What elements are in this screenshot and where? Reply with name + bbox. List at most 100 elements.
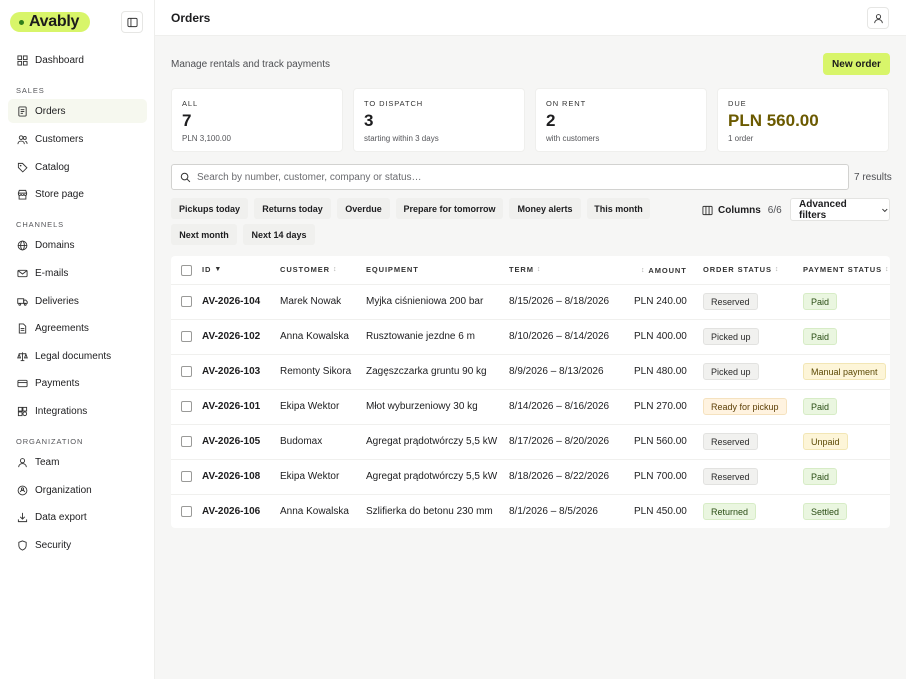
plug-icon xyxy=(17,406,28,416)
row-divider xyxy=(171,389,890,390)
sidebar-item-payments[interactable]: Payments xyxy=(8,371,147,395)
row-checkbox[interactable] xyxy=(181,331,192,342)
order-id-link[interactable]: AV-2026-102 xyxy=(202,331,260,342)
sidebar-item-deliveries[interactable]: Deliveries xyxy=(8,289,147,313)
sidebar-item-domains[interactable]: Domains xyxy=(8,233,147,257)
logo[interactable]: Avably xyxy=(10,12,90,32)
stat-sub: starting within 3 days xyxy=(364,134,439,143)
select-all-checkbox[interactable] xyxy=(181,265,192,276)
columns-count: 6/6 xyxy=(767,204,782,216)
sidebar-toggle-button[interactable] xyxy=(121,11,143,33)
sort-desc-icon: ▼ xyxy=(214,266,223,273)
advanced-filters-label: Advanced filters xyxy=(799,198,847,221)
order-amount: PLN 270.00 xyxy=(634,401,687,412)
order-id-link[interactable]: AV-2026-101 xyxy=(202,401,260,412)
order-id-link[interactable]: AV-2026-105 xyxy=(202,436,260,447)
stat-label: TO DISPATCH xyxy=(364,99,424,108)
order-status-badge: Ready for pickup xyxy=(703,398,787,415)
equipment-name: Agregat prądotwórczy 5,5 kW xyxy=(366,471,498,482)
sort-icon: ↕ xyxy=(332,266,338,273)
row-checkbox[interactable] xyxy=(181,506,192,517)
user-icon xyxy=(873,13,883,23)
filter-chip-next-14-days[interactable]: Next 14 days xyxy=(243,224,315,245)
sidebar-item-catalog[interactable]: Catalog xyxy=(8,155,147,179)
row-checkbox[interactable] xyxy=(181,436,192,447)
filter-chip-next-month[interactable]: Next month xyxy=(171,224,237,245)
logo-dot xyxy=(19,19,24,25)
sidebar-item-label: Legal documents xyxy=(35,350,112,362)
user-icon xyxy=(18,457,27,467)
column-header-label: ID xyxy=(202,265,212,274)
search-icon xyxy=(180,172,191,182)
user-menu-button[interactable] xyxy=(867,7,889,29)
stat-card-to-dispatch[interactable]: TO DISPATCH 3 starting within 3 days xyxy=(353,88,525,152)
sidebar-item-label: Domains xyxy=(35,239,75,251)
filter-chip-pickups-today[interactable]: Pickups today xyxy=(171,198,248,219)
mail-icon xyxy=(17,269,28,277)
results-count: 7 results xyxy=(854,172,892,183)
filter-chip-this-month[interactable]: This month xyxy=(587,198,650,219)
sidebar-item-label: Integrations xyxy=(35,405,88,417)
column-header-amount[interactable]: ↕ AMOUNT xyxy=(641,266,687,275)
sidebar-item-team[interactable]: Team xyxy=(8,450,147,474)
truck-icon xyxy=(17,297,28,306)
column-header-order-status[interactable]: ORDER STATUS ↕ xyxy=(703,265,779,274)
card-icon xyxy=(17,379,28,387)
customer-name: Ekipa Wektor xyxy=(280,401,340,412)
sidebar-item-label: Customers xyxy=(35,133,84,145)
column-header-id[interactable]: ID ▼ xyxy=(202,265,222,274)
order-id-link[interactable]: AV-2026-103 xyxy=(202,366,260,377)
order-id-link[interactable]: AV-2026-106 xyxy=(202,506,260,517)
sort-icon: ↕ xyxy=(885,266,890,273)
sidebar-item-integrations[interactable]: Integrations xyxy=(8,399,147,423)
filter-chip-prepare-for-tomorrow[interactable]: Prepare for tomorrow xyxy=(396,198,503,219)
column-header-payment-status[interactable]: PAYMENT STATUS ↕ xyxy=(803,265,889,274)
row-checkbox[interactable] xyxy=(181,401,192,412)
row-checkbox[interactable] xyxy=(181,471,192,482)
order-amount: PLN 400.00 xyxy=(634,331,687,342)
columns-button[interactable]: Columns 6/6 xyxy=(702,201,782,219)
shield-icon xyxy=(18,539,27,551)
sidebar-item-dashboard[interactable]: Dashboard xyxy=(8,48,147,72)
new-order-button[interactable]: New order xyxy=(823,53,890,75)
users-icon xyxy=(17,134,28,144)
column-header-equipment: EQUIPMENT xyxy=(366,265,419,274)
order-amount: PLN 450.00 xyxy=(634,506,687,517)
sidebar-item-label: Dashboard xyxy=(35,54,84,66)
sidebar-item-customers[interactable]: Customers xyxy=(8,127,147,151)
search-box[interactable] xyxy=(171,164,849,190)
row-checkbox[interactable] xyxy=(181,296,192,307)
column-header-label: TERM xyxy=(509,265,534,274)
sidebar-item-agreements[interactable]: Agreements xyxy=(8,316,147,340)
column-header-customer[interactable]: CUSTOMER ↕ xyxy=(280,265,337,274)
sidebar-item-orders[interactable]: Orders xyxy=(8,99,147,123)
row-checkbox[interactable] xyxy=(181,366,192,377)
sidebar-item-label: Store page xyxy=(35,188,84,200)
order-id-link[interactable]: AV-2026-104 xyxy=(202,296,260,307)
sidebar-item-organization[interactable]: Organization xyxy=(8,478,147,502)
filter-chip-returns-today[interactable]: Returns today xyxy=(254,198,331,219)
row-divider xyxy=(171,319,890,320)
equipment-name: Zagęszczarka gruntu 90 kg xyxy=(366,366,487,377)
stat-card-on-rent[interactable]: ON RENT 2 with customers xyxy=(535,88,707,152)
stat-card-all[interactable]: ALL 7 PLN 3,100.00 xyxy=(171,88,343,152)
header-divider xyxy=(171,284,890,285)
sidebar-item-e-mails[interactable]: E-mails xyxy=(8,261,147,285)
rental-term: 8/17/2026 – 8/20/2026 xyxy=(509,436,610,447)
row-divider xyxy=(171,354,890,355)
search-input[interactable] xyxy=(197,171,797,183)
order-id-link[interactable]: AV-2026-108 xyxy=(202,471,260,482)
stat-card-due[interactable]: DUE PLN 560.00 1 order xyxy=(717,88,889,152)
sidebar-item-data-export[interactable]: Data export xyxy=(8,505,147,529)
advanced-filters-button[interactable]: Advanced filters xyxy=(790,198,890,221)
sidebar-item-label: Agreements xyxy=(35,322,89,334)
sidebar-item-legal-documents[interactable]: Legal documents xyxy=(8,344,147,368)
sidebar-item-security[interactable]: Security xyxy=(8,533,147,557)
stat-sub: with customers xyxy=(546,134,600,143)
filter-chip-overdue[interactable]: Overdue xyxy=(337,198,390,219)
column-header-term[interactable]: TERM ↕ xyxy=(509,265,541,274)
columns-label: Columns xyxy=(718,204,761,216)
filter-chip-money-alerts[interactable]: Money alerts xyxy=(509,198,581,219)
equipment-name: Szlifierka do betonu 230 mm xyxy=(366,506,493,517)
sidebar-item-store-page[interactable]: Store page xyxy=(8,182,147,206)
